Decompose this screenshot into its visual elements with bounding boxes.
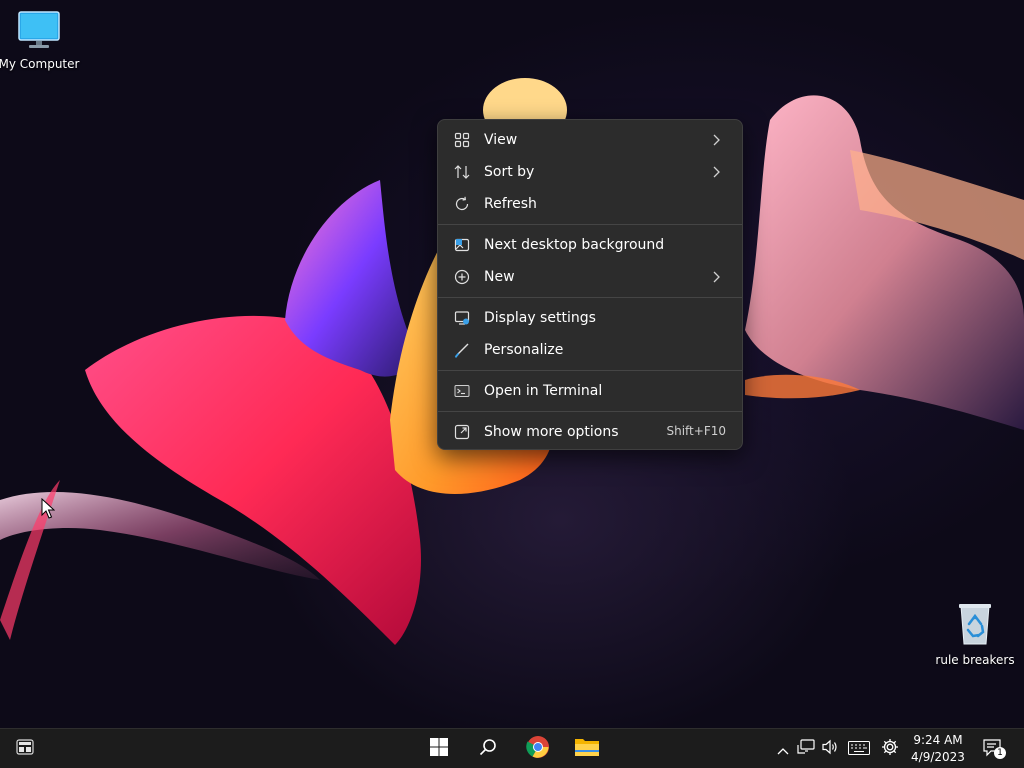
menu-item-label: Display settings <box>484 310 596 326</box>
chrome-taskbar-button[interactable] <box>522 733 554 765</box>
keyboard-icon <box>848 740 870 759</box>
mouse-cursor-icon <box>41 497 56 524</box>
clock-time: 9:24 AM <box>913 733 963 747</box>
network-button[interactable] <box>796 739 816 759</box>
chevron-right-icon <box>708 164 724 180</box>
plus-circle-icon <box>453 268 471 286</box>
brush-icon <box>453 341 471 359</box>
menu-item-display-settings[interactable]: Display settings <box>442 302 738 334</box>
volume-icon <box>821 739 839 759</box>
chevron-right-icon <box>708 269 724 285</box>
menu-item-label: Refresh <box>484 196 537 212</box>
grid-icon <box>453 131 471 149</box>
menu-item-label: Show more options <box>484 424 619 440</box>
menu-separator <box>438 370 742 371</box>
menu-item-sort-by[interactable]: Sort by <box>442 156 738 188</box>
more-options-icon <box>453 423 471 441</box>
desktop-icon-recycle-bin[interactable]: rule breakers <box>935 602 1015 667</box>
menu-item-show-more-options[interactable]: Show more options Shift+F10 <box>442 416 738 448</box>
show-hidden-icons-button[interactable] <box>773 739 793 759</box>
keyboard-button[interactable] <box>847 739 871 759</box>
terminal-icon <box>453 382 471 400</box>
notifications-button[interactable]: 1 <box>982 739 1006 759</box>
search-button[interactable] <box>472 733 504 765</box>
file-explorer-icon <box>574 736 600 762</box>
menu-item-open-in-terminal[interactable]: Open in Terminal <box>442 375 738 407</box>
menu-item-next-desktop-background[interactable]: Next desktop background <box>442 229 738 261</box>
menu-item-label: Next desktop background <box>484 237 665 253</box>
recycle-bin-icon <box>955 602 995 649</box>
menu-item-refresh[interactable]: Refresh <box>442 188 738 220</box>
settings-button[interactable] <box>880 739 900 759</box>
clock-date: 4/9/2023 <box>911 750 965 764</box>
shortcut-hint: Shift+F10 <box>666 424 726 438</box>
taskbar: 9:24 AM 4/9/2023 1 <box>0 728 1024 768</box>
volume-button[interactable] <box>820 739 840 759</box>
menu-item-view[interactable]: View <box>442 124 738 156</box>
sort-arrows-icon <box>453 163 471 181</box>
chevron-up-icon <box>777 740 789 759</box>
menu-item-personalize[interactable]: Personalize <box>442 334 738 366</box>
widgets-icon <box>16 739 34 759</box>
menu-item-new[interactable]: New <box>442 261 738 293</box>
widgets-button[interactable] <box>9 733 41 765</box>
menu-separator <box>438 224 742 225</box>
file-explorer-taskbar-button[interactable] <box>571 733 603 765</box>
menu-item-label: Sort by <box>484 164 535 180</box>
menu-item-label: View <box>484 132 518 148</box>
notification-count-badge: 1 <box>994 747 1006 759</box>
menu-item-label: Open in Terminal <box>484 383 603 399</box>
desktop-icon-label: My Computer <box>0 57 80 71</box>
monitor-icon <box>17 10 61 53</box>
desktop-icon-label: rule breakers <box>935 653 1015 667</box>
notification-icon: 1 <box>983 739 1006 759</box>
network-icon <box>797 739 815 759</box>
chevron-right-icon <box>708 132 724 148</box>
chrome-icon <box>526 735 550 763</box>
desktop-context-menu: View Sort by Refresh Next desktop backgr… <box>437 119 743 450</box>
menu-item-label: Personalize <box>484 342 564 358</box>
taskbar-clock[interactable]: 9:24 AM 4/9/2023 <box>908 732 968 766</box>
refresh-icon <box>453 195 471 213</box>
menu-item-label: New <box>484 269 515 285</box>
start-button[interactable] <box>423 733 455 765</box>
start-icon <box>430 738 448 760</box>
desktop-icon-my-computer[interactable]: My Computer <box>0 10 80 71</box>
menu-separator <box>438 411 742 412</box>
display-settings-icon <box>453 309 471 327</box>
menu-separator <box>438 297 742 298</box>
search-icon <box>479 738 497 760</box>
settings-icon <box>881 738 899 760</box>
next-background-icon <box>453 236 471 254</box>
